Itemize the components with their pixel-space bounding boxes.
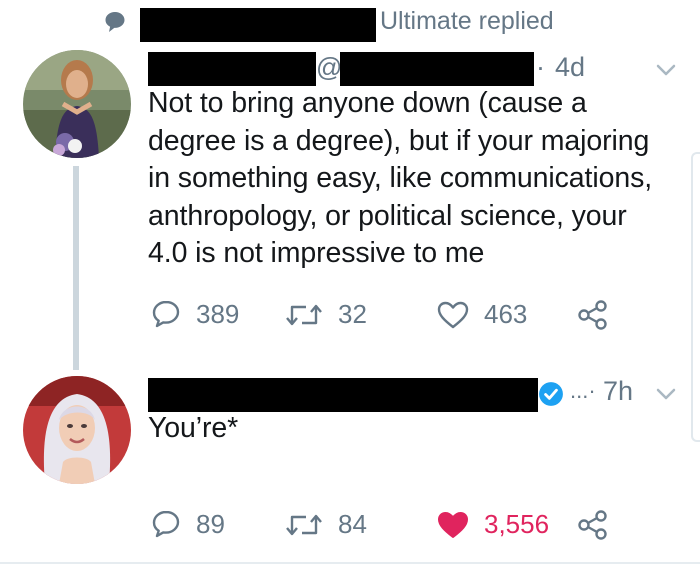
chevron-down-icon[interactable] xyxy=(654,382,678,406)
time-prefix: ...· xyxy=(570,378,596,403)
tweet-text-line: in something easy, like communications, xyxy=(148,162,653,194)
redacted-handle xyxy=(340,52,534,86)
retweet-icon[interactable] xyxy=(284,299,324,331)
context-text: Ultimate replied xyxy=(380,7,554,35)
chevron-down-icon[interactable] xyxy=(654,58,678,82)
tweet-text: You’re* xyxy=(148,412,239,444)
reply-count: 89 xyxy=(196,509,225,539)
heart-filled-icon[interactable] xyxy=(436,509,470,541)
divider xyxy=(0,562,700,564)
tweet-text-line: degree is a degree), but if your majorin… xyxy=(148,124,650,157)
retweet-count: 32 xyxy=(338,299,367,329)
reply-icon[interactable] xyxy=(150,508,182,540)
handle-prefix: @ xyxy=(316,52,343,82)
speech-bubble-icon xyxy=(105,12,125,32)
timestamp[interactable]: 7h xyxy=(603,376,633,406)
reply-count: 389 xyxy=(196,299,240,329)
like-count: 3,556 xyxy=(484,509,550,539)
heart-icon[interactable] xyxy=(436,299,470,331)
avatar[interactable] xyxy=(23,50,131,158)
share-icon[interactable] xyxy=(577,299,609,331)
redacted-display-name xyxy=(148,52,316,86)
retweet-count: 84 xyxy=(338,509,367,539)
redacted-display-name xyxy=(148,378,538,412)
redacted-name xyxy=(140,8,376,42)
thread-line xyxy=(73,166,79,370)
share-icon[interactable] xyxy=(577,509,609,541)
scrollbar[interactable] xyxy=(691,152,700,442)
retweet-icon[interactable] xyxy=(284,509,324,541)
time-separator: · xyxy=(536,52,545,82)
tweet-text-line: anthropology, or political science, your xyxy=(148,199,627,232)
tweet-text-line: 4.0 is not impressive to me xyxy=(148,237,485,269)
like-count: 463 xyxy=(484,299,528,329)
tweet-text-line: Not to bring anyone down (cause a xyxy=(148,87,587,119)
timestamp[interactable]: 4d xyxy=(555,52,585,82)
verified-badge-icon xyxy=(539,382,563,406)
reply-icon[interactable] xyxy=(150,298,182,330)
avatar[interactable] xyxy=(23,376,131,484)
tweet-text: Not to bring anyone down (cause a degree… xyxy=(148,85,688,273)
